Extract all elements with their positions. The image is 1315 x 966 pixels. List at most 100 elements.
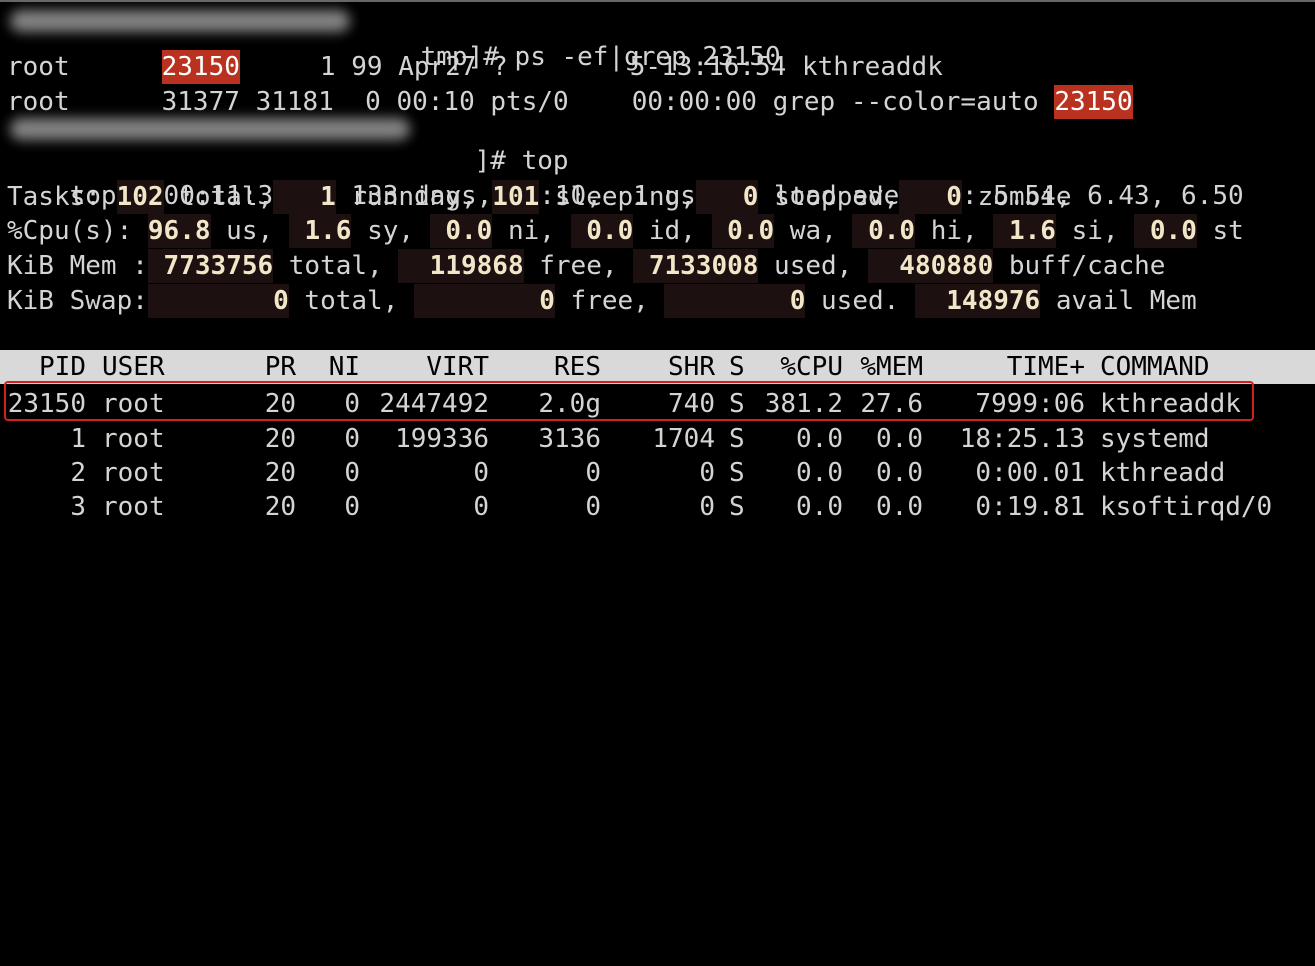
cell-cpu: 0.0 <box>796 492 843 522</box>
tasks-running-label: running, <box>351 182 477 212</box>
table-row[interactable]: 2 root 20 0 0 0 0 S 0.0 0.0 0:00.01 kthr… <box>0 456 1315 490</box>
cell-user: root <box>102 492 165 522</box>
cell-shr: 0 <box>699 492 715 522</box>
tasks-stopped-label: stopped, <box>774 182 900 212</box>
cell-cpu: 0.0 <box>796 424 843 454</box>
cell-shr: 1704 <box>652 424 715 454</box>
mem-free: 119868 <box>429 249 524 283</box>
table-row[interactable]: 3 root 20 0 0 0 0 S 0.0 0.0 0:19.81 ksof… <box>0 490 1315 524</box>
ps-command-line: tmp]# ps -ef|grep 23150 <box>358 6 781 72</box>
col-ni: NI <box>328 352 360 382</box>
cpu-line: %Cpu(s): 96.8 us, 1.6 sy, 0.0 ni, 0.0 id… <box>7 214 1244 248</box>
cell-time: 0:19.81 <box>975 492 1085 522</box>
cell-mem: 0.0 <box>876 458 923 488</box>
ps-row-1: root 23150 1 99 Apr27 ? 5-13:16:54 kthreadd… <box>7 41 943 84</box>
cpu-sy: 1.6 <box>304 214 352 248</box>
ps-time: 00:00:00 <box>631 87 757 117</box>
col-cpu: %CPU <box>780 352 843 382</box>
ps-cmd: grep --color=auto <box>772 87 1039 117</box>
tasks-total-label: total, <box>179 182 274 212</box>
ps-c: 0 <box>365 87 381 117</box>
mem-label: KiB Mem : <box>7 251 148 281</box>
cell-ni: 0 <box>344 492 360 522</box>
cpu-ni: 0.0 <box>445 214 493 248</box>
tasks-total: 102 <box>116 180 164 214</box>
cell-virt: 0 <box>473 458 489 488</box>
cell-res: 0 <box>585 492 601 522</box>
cell-ni: 0 <box>344 424 360 454</box>
cpu-st: 0.0 <box>1149 214 1197 248</box>
cpu-wa: 0.0 <box>727 214 775 248</box>
cell-res: 0 <box>585 458 601 488</box>
cell-virt: 0 <box>473 492 489 522</box>
col-mem: %MEM <box>860 352 923 382</box>
col-pr: PR <box>264 352 296 382</box>
swap-total: 0 <box>273 284 289 318</box>
tasks-running: 1 <box>320 180 336 214</box>
ps-pid: 31377 <box>161 87 240 117</box>
top-command-line: ]# top <box>412 110 569 176</box>
swap-avail: 148976 <box>946 284 1041 318</box>
cell-s: S <box>729 424 745 454</box>
cell-s: S <box>729 492 745 522</box>
cell-command: kthreadd <box>1100 458 1226 488</box>
mem-used: 7133008 <box>648 249 759 283</box>
tasks-zombie-label: zombie <box>977 182 1072 212</box>
cell-res: 3136 <box>538 424 601 454</box>
redacted-hostname <box>10 118 410 140</box>
cpu-us: 96.8 <box>147 214 211 248</box>
swap-used: 0 <box>789 284 806 318</box>
col-s: S <box>729 352 745 382</box>
cell-time: 18:25.13 <box>959 424 1085 454</box>
mem-buff: 480880 <box>899 249 994 283</box>
col-time: TIME+ <box>1006 352 1085 382</box>
process-table-header: PID USER PR NI VIRT RES SHR S %CPU %MEM … <box>0 350 1315 384</box>
cpu-hi: 0.0 <box>868 214 916 248</box>
window-top-border <box>0 0 1315 2</box>
highlight-box-suspicious-process <box>4 381 1254 421</box>
cell-virt: 199336 <box>395 424 489 454</box>
grep-match: 23150 <box>1054 85 1133 119</box>
col-pid: PID <box>39 352 86 382</box>
tasks-zombie: 0 <box>946 180 962 214</box>
col-virt: VIRT <box>426 352 489 382</box>
cell-pid: 2 <box>70 458 86 488</box>
cell-cpu: 0.0 <box>796 458 843 488</box>
col-command: COMMAND <box>1100 352 1210 382</box>
cell-shr: 0 <box>699 458 715 488</box>
cell-time: 0:00.01 <box>975 458 1085 488</box>
swap-label: KiB Swap: <box>7 286 148 316</box>
ps-user: root <box>7 87 70 117</box>
tasks-stopped: 0 <box>742 180 759 214</box>
table-row[interactable]: 1 root 20 0 199336 3136 1704 S 0.0 0.0 1… <box>0 422 1315 456</box>
cell-command: systemd <box>1100 424 1210 454</box>
ps-row-2: root 31377 31181 0 00:10 pts/0 00:00:00 gr… <box>7 76 1133 119</box>
tasks-sleeping: 101 <box>492 180 540 214</box>
mem-total: 7733756 <box>163 249 274 283</box>
cell-pr: 20 <box>264 424 296 454</box>
cell-mem: 0.0 <box>876 492 923 522</box>
cpu-si: 1.6 <box>1008 214 1056 248</box>
cell-user: root <box>102 458 165 488</box>
top-uptime-line: top - 00:11:30 up 133 days, 7:10, 1 user… <box>7 145 1244 211</box>
terminal-window[interactable]: tmp]# ps -ef|grep 23150 root 23150 1 99 Ap… <box>0 0 1315 524</box>
ps-ppid: 31181 <box>255 87 334 117</box>
cell-mem: 0.0 <box>876 424 923 454</box>
tasks-sleeping-label: sleeping, <box>554 182 696 212</box>
cell-s: S <box>729 458 745 488</box>
swap-free: 0 <box>539 284 555 318</box>
redacted-hostname <box>10 10 350 32</box>
tasks-label: Tasks: <box>7 182 101 212</box>
cell-ni: 0 <box>344 458 360 488</box>
mem-line: KiB Mem : 7733756 total, 119868 free, 71… <box>7 249 1166 283</box>
tasks-line: Tasks: 102 total, 1 running, 101 sleepin… <box>7 180 1072 214</box>
cell-pr: 20 <box>264 458 296 488</box>
cell-pid: 1 <box>70 424 86 454</box>
col-shr: SHR <box>668 352 715 382</box>
swap-line: KiB Swap: 0 total, 0 free, 0 used. 14897… <box>7 284 1197 318</box>
cell-pid: 3 <box>70 492 86 522</box>
col-res: RES <box>554 352 601 382</box>
cpu-label: %Cpu(s): <box>7 216 133 246</box>
cell-pr: 20 <box>264 492 296 522</box>
cpu-id: 0.0 <box>586 214 634 248</box>
